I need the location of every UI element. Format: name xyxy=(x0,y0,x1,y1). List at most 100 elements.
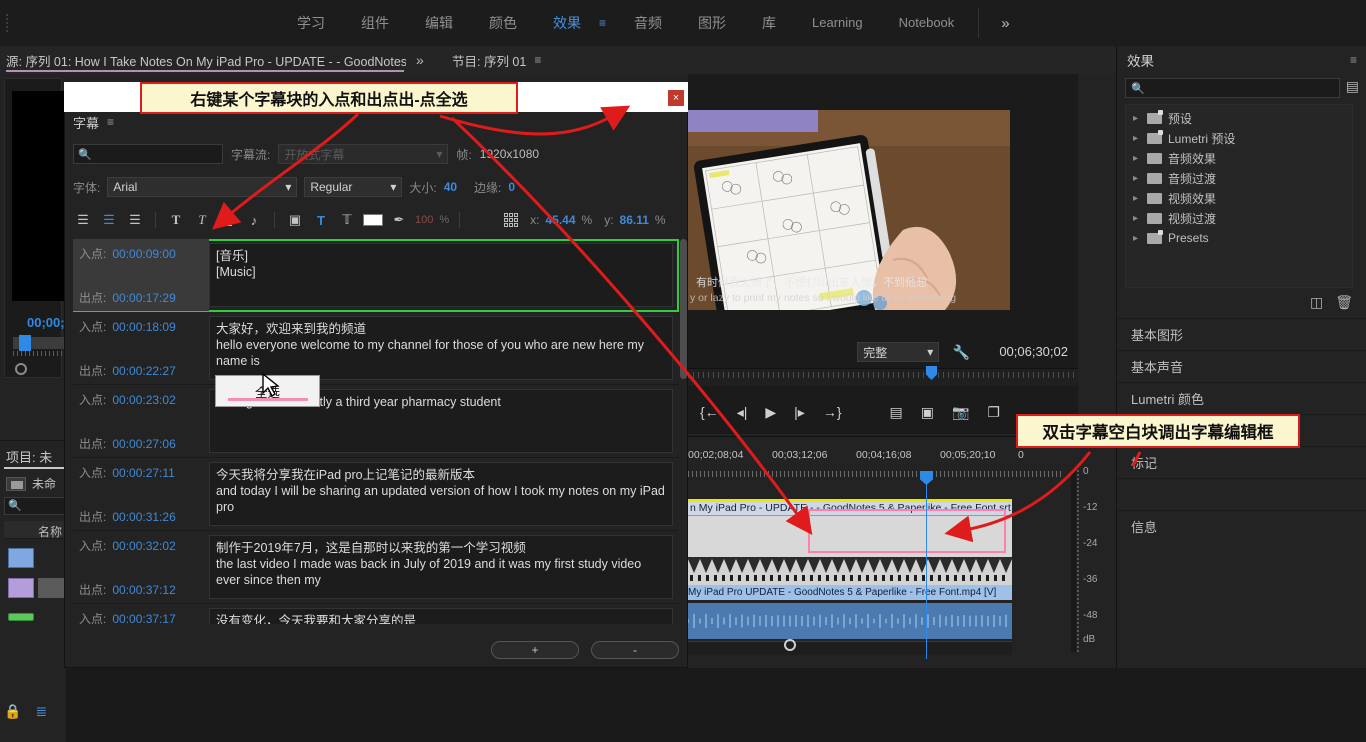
workspace-tab-yanse[interactable]: 颜色 xyxy=(471,0,535,46)
effects-search-input[interactable]: 🔍 xyxy=(1125,78,1340,98)
text-shadow-icon[interactable]: 𝕋 xyxy=(337,210,357,230)
bold-icon[interactable]: T xyxy=(166,210,186,230)
project-bin-row-2[interactable] xyxy=(4,575,68,601)
panel-grip[interactable] xyxy=(0,0,14,46)
in-value[interactable]: 00:00:09:00 xyxy=(112,247,175,261)
timeline-ruler[interactable] xyxy=(688,467,1068,481)
in-value[interactable]: 00:00:32:02 xyxy=(112,539,175,553)
new-folder-icon[interactable]: ◫ xyxy=(1310,294,1323,311)
program-video-preview[interactable]: 有时候我太懒了，不想打印出来人懒，不到他想 y or lazy to print… xyxy=(688,110,1010,310)
program-fit-select[interactable]: 完整 ▾ xyxy=(857,342,940,362)
chevron-right-icon[interactable]: ▸ xyxy=(1133,133,1141,144)
mark-out-icon[interactable]: →} xyxy=(823,404,842,420)
effects-tree[interactable]: ▸ 预设 ▸ Lumetri 预设 ▸ 音频效果 ▸ 音频过渡 ▸ 视频效果 ▸… xyxy=(1125,104,1353,288)
program-ruler[interactable] xyxy=(688,368,1078,386)
captions-scrollbar[interactable] xyxy=(680,239,687,624)
scrollbar-thumb[interactable] xyxy=(680,239,687,379)
captions-menu-icon[interactable]: ≡ xyxy=(107,115,114,129)
text-color-icon[interactable]: T xyxy=(311,210,331,230)
effects-item-presets-en[interactable]: ▸ Presets xyxy=(1126,228,1352,248)
align-right-icon[interactable]: ☰ xyxy=(125,210,145,230)
workspace-tab-xuexi[interactable]: 学习 xyxy=(279,0,343,46)
workspace-tab-xiaoguo[interactable]: 效果 xyxy=(535,0,599,46)
workspace-tab-bianji[interactable]: 编辑 xyxy=(407,0,471,46)
caption-text[interactable]: 制作于2019年7月，这是自那时以来我的第一个学习视频 the last vid… xyxy=(209,535,673,599)
caption-in-point[interactable]: 入点: 00:00:27:11 xyxy=(79,464,175,481)
caption-in-point[interactable]: 入点: 00:00:23:02 xyxy=(79,391,176,408)
out-value[interactable]: 00:00:31:26 xyxy=(112,510,175,524)
project-bin-row-1[interactable] xyxy=(4,545,66,571)
caption-row[interactable]: 入点: 00:00:32:02 出点: 00:00:37:12 制作于2019年… xyxy=(73,531,679,604)
lock-icon[interactable]: 🔒 xyxy=(4,703,21,720)
effects-item-video-transitions[interactable]: ▸ 视频过渡 xyxy=(1126,208,1352,228)
effects-item-lumetri-presets[interactable]: ▸ Lumetri 预设 xyxy=(1126,128,1352,148)
in-value[interactable]: 00:00:23:02 xyxy=(112,393,175,407)
workspace-tab-yinpin[interactable]: 音频 xyxy=(616,0,680,46)
size-value[interactable]: 40 xyxy=(444,180,457,194)
wrench-icon[interactable]: 🔧 xyxy=(953,344,970,360)
accordion-lumetri-color[interactable]: Lumetri 颜色 xyxy=(1117,382,1366,414)
project-tab-label[interactable]: 项目: 未 xyxy=(6,447,52,466)
tab-source-overflow[interactable]: » xyxy=(416,46,424,74)
caption-row[interactable]: 入点: 00:00:09:00 出点: 00:00:17:29 [音乐] [Mu… xyxy=(73,239,679,312)
caption-out-point[interactable]: 出点: 00:00:27:06 xyxy=(79,435,176,452)
caption-text[interactable]: 没有变化，今天我要和大家分享的是 xyxy=(209,608,673,624)
accordion-info-label[interactable]: 信息 xyxy=(1117,510,1366,542)
caption-text[interactable]: 大家好，欢迎来到我的频道 hello everyone welcome to m… xyxy=(209,316,673,380)
eyedropper-icon[interactable]: ✒ xyxy=(389,210,409,230)
timeline-playhead[interactable] xyxy=(920,471,933,659)
accordion-markers[interactable]: 标记 xyxy=(1117,446,1366,478)
music-note-icon[interactable]: ♪ xyxy=(244,210,264,230)
effects-menu-icon[interactable]: ≡ xyxy=(1350,53,1357,67)
effects-item-presets-cn[interactable]: ▸ 预设 xyxy=(1126,108,1352,128)
accordion-info[interactable] xyxy=(1117,478,1366,510)
source-video-preview[interactable] xyxy=(12,91,64,301)
accordion-essential-sound[interactable]: 基本声音 xyxy=(1117,350,1366,382)
project-thumb-icon[interactable] xyxy=(6,476,26,491)
caption-row[interactable]: 入点: 00:00:23:02 出点: 00:00:27:06 Chang I … xyxy=(73,385,679,458)
timeline-video-waveform[interactable] xyxy=(688,557,1012,585)
remove-caption-button[interactable]: - xyxy=(591,641,679,659)
add-caption-button[interactable]: + xyxy=(491,641,579,659)
workspace-tab-ku[interactable]: 库 xyxy=(744,0,794,46)
workspace-tab-learning[interactable]: Learning xyxy=(794,0,881,46)
effects-item-video-effects[interactable]: ▸ 视频效果 xyxy=(1126,188,1352,208)
in-value[interactable]: 00:00:18:09 xyxy=(112,320,175,334)
workspace-menu-icon[interactable]: ≡ xyxy=(599,16,616,30)
workspace-tab-notebook[interactable]: Notebook xyxy=(881,0,973,46)
effects-filter-icon[interactable]: ▤ xyxy=(1346,78,1359,98)
chevron-right-icon[interactable]: ▸ xyxy=(1133,113,1141,124)
align-left-icon[interactable]: ☰ xyxy=(73,210,93,230)
out-value[interactable]: 00:00:37:12 xyxy=(112,583,175,597)
in-value[interactable]: 00:00:37:17 xyxy=(112,612,175,624)
captions-list[interactable]: 入点: 00:00:09:00 出点: 00:00:17:29 [音乐] [Mu… xyxy=(73,239,679,624)
comparison-view-icon[interactable]: ❐ xyxy=(987,404,1000,421)
out-value[interactable]: 00:00:17:29 xyxy=(112,291,175,305)
caption-out-point[interactable]: 出点: 00:00:31:26 xyxy=(79,508,176,525)
chevron-right-icon[interactable]: ▸ xyxy=(1133,193,1141,204)
tab-program-monitor[interactable]: 节目: 序列 01 ≡ xyxy=(452,46,541,74)
out-value[interactable]: 00:00:22:27 xyxy=(112,364,175,378)
caption-in-point[interactable]: 入点: 00:00:09:00 xyxy=(79,245,176,262)
chevron-right-icon[interactable]: ▸ xyxy=(1133,233,1141,244)
caption-out-point[interactable]: 出点: 00:00:22:27 xyxy=(79,362,176,379)
source-playhead[interactable] xyxy=(19,335,31,351)
caption-row[interactable]: 入点: 00:00:27:11 出点: 00:00:31:26 今天我将分享我在… xyxy=(73,458,679,531)
source-zoom-knob[interactable] xyxy=(15,363,27,375)
mark-in-icon[interactable]: {← xyxy=(700,404,719,420)
step-back-icon[interactable]: ◂| xyxy=(737,404,748,421)
caption-out-point[interactable]: 出点: 00:00:17:29 xyxy=(79,289,176,306)
caption-text[interactable]: [音乐] [Music] xyxy=(209,243,673,307)
chevron-right-icon[interactable]: ▸ xyxy=(1133,173,1141,184)
project-bin-row-3[interactable] xyxy=(4,605,66,631)
source-timecode[interactable]: 00;00; xyxy=(27,315,65,330)
chevron-right-icon[interactable]: ▸ xyxy=(1133,153,1141,164)
lift-icon[interactable]: ▤ xyxy=(890,404,903,421)
close-icon[interactable]: × xyxy=(668,90,684,106)
position-grid-icon[interactable] xyxy=(504,213,519,227)
workspace-tab-zujian[interactable]: 组件 xyxy=(343,0,407,46)
color-swatch[interactable] xyxy=(363,214,383,226)
workspace-tab-tuxing[interactable]: 图形 xyxy=(680,0,744,46)
caption-row[interactable]: 入点: 00:00:37:17 没有变化，今天我要和大家分享的是 xyxy=(73,604,679,624)
in-value[interactable]: 00:00:27:11 xyxy=(112,466,175,480)
